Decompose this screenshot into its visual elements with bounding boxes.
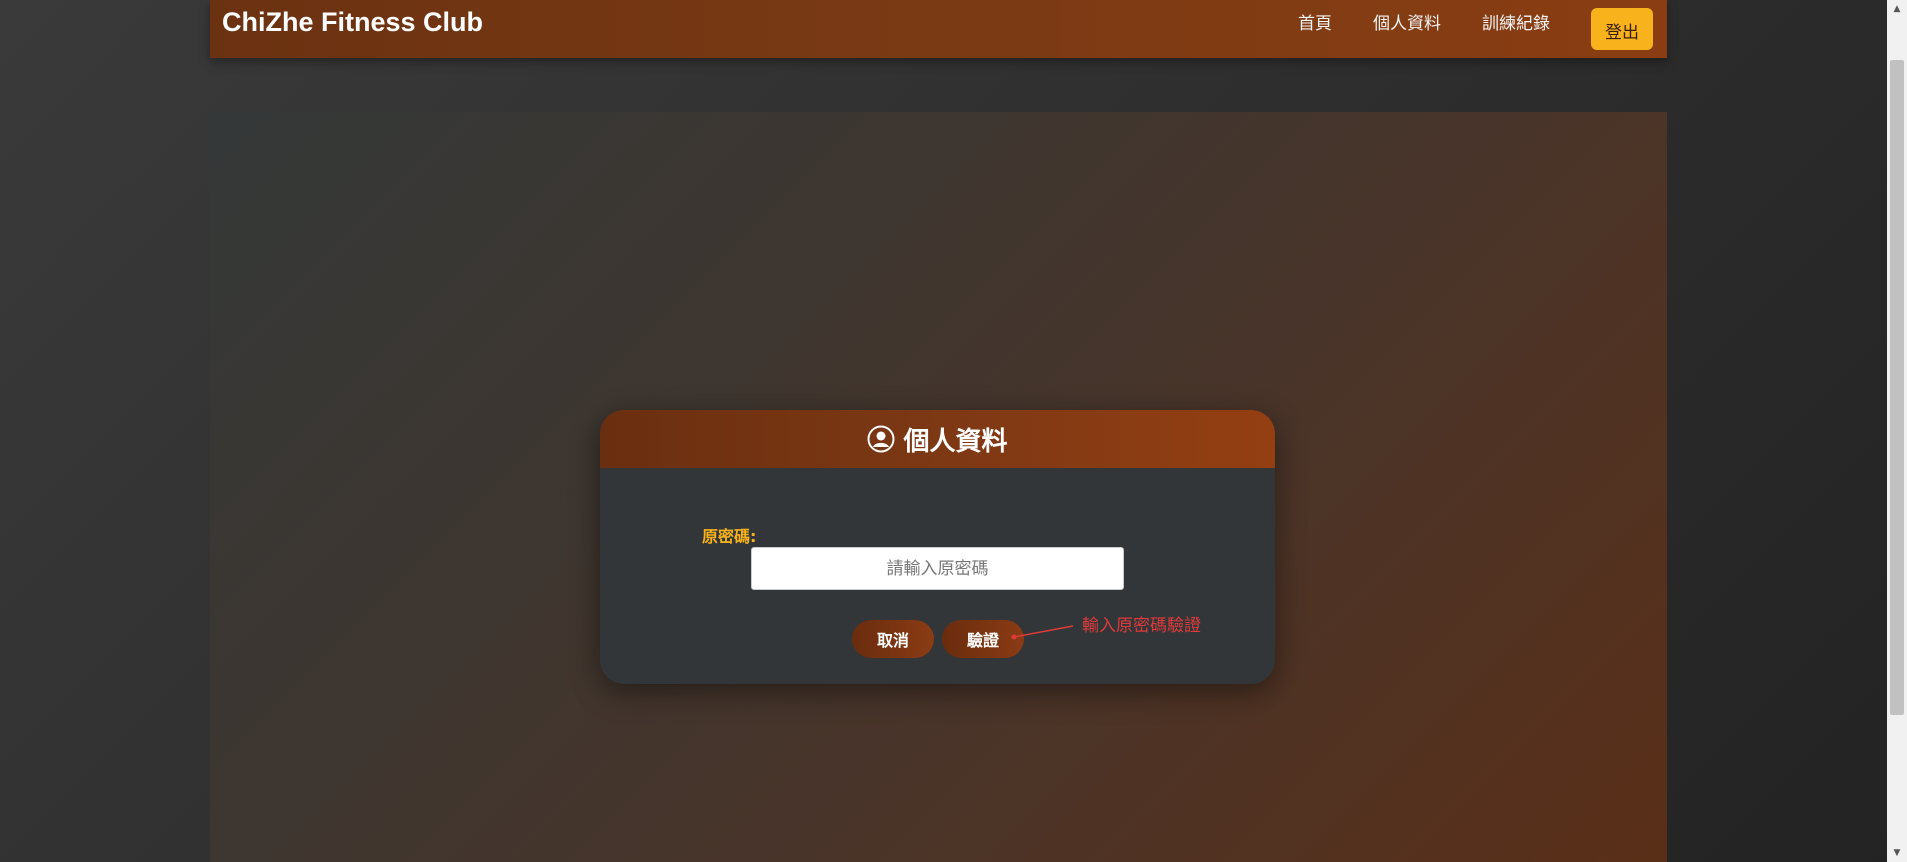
brand-logo-text[interactable]: ChiZhe Fitness Club (222, 7, 483, 38)
verify-button[interactable]: 驗證 (942, 620, 1024, 658)
old-password-input[interactable] (751, 547, 1124, 590)
card-title: 個人資料 (903, 426, 1008, 457)
scroll-up-arrow-icon[interactable]: ▲ (1887, 0, 1907, 18)
scroll-thumb[interactable] (1890, 60, 1904, 715)
annotation-text: 輸入原密碼驗證 (1082, 616, 1201, 636)
old-password-label: 原密碼: (702, 527, 757, 546)
nav-links: 首頁 個人資料 訓練紀錄 登出 (1298, 0, 1653, 50)
nav-link-training-records[interactable]: 訓練紀錄 (1482, 9, 1550, 34)
profile-card: 個人資料 原密碼: 取消 驗證 (600, 410, 1275, 684)
cancel-button[interactable]: 取消 (852, 620, 934, 658)
top-navbar: ChiZhe Fitness Club 首頁 個人資料 訓練紀錄 登出 (210, 0, 1667, 58)
logout-button[interactable]: 登出 (1591, 8, 1653, 50)
card-body: 原密碼: 取消 驗證 (600, 468, 1275, 684)
user-circle-icon (867, 425, 895, 453)
scroll-down-arrow-icon[interactable]: ▼ (1887, 844, 1907, 862)
card-header: 個人資料 (600, 410, 1275, 468)
nav-link-home[interactable]: 首頁 (1298, 9, 1332, 34)
nav-link-profile[interactable]: 個人資料 (1373, 9, 1441, 34)
page-scrollbar[interactable]: ▲ ▼ (1887, 0, 1907, 862)
